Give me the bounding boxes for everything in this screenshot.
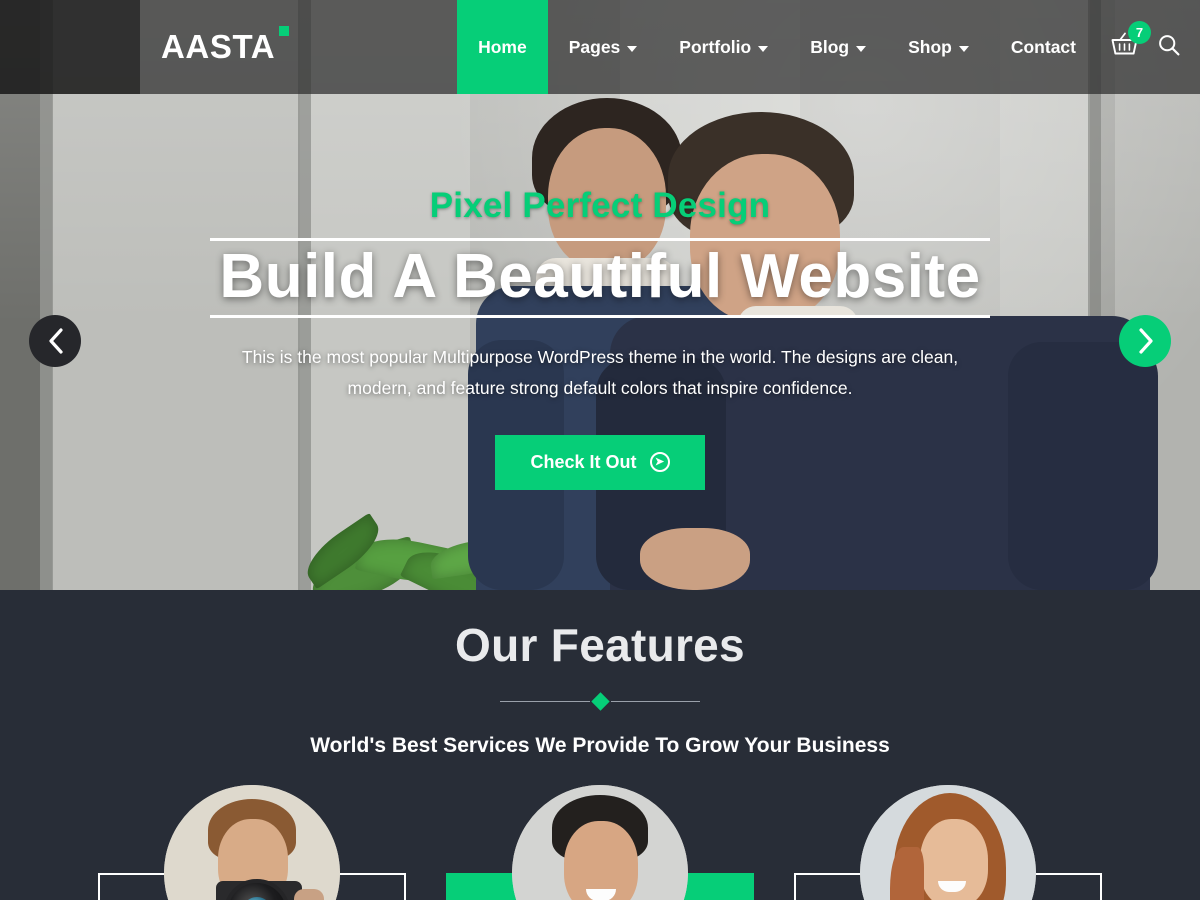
nav-label-home: Home: [478, 36, 527, 57]
chevron-down-icon: [856, 45, 867, 52]
avatar: [164, 785, 340, 900]
nav-label-pages: Pages: [568, 36, 621, 57]
slider-prev-button[interactable]: [29, 315, 81, 367]
logo-square-icon: [279, 26, 290, 36]
search-button[interactable]: [1158, 34, 1180, 61]
nav-label-blog: Blog: [810, 36, 850, 57]
logo-text: AASTA: [161, 28, 276, 65]
features-cards: [0, 785, 1200, 900]
nav-item-contact[interactable]: Contact: [990, 0, 1097, 94]
nav-item-pages[interactable]: Pages: [548, 0, 659, 94]
features-section: Our Features World's Best Services We Pr…: [0, 590, 1200, 900]
nav-item-portfolio[interactable]: Portfolio: [658, 0, 789, 94]
cart-button[interactable]: 7: [1111, 21, 1151, 62]
features-subtitle: World's Best Services We Provide To Grow…: [310, 734, 890, 757]
hero-subtitle: Pixel Perfect Design: [429, 186, 771, 225]
divider-line-right: [610, 700, 700, 702]
feature-card-photographer[interactable]: [98, 785, 406, 900]
check-it-out-label: Check It Out: [530, 451, 637, 472]
cart-badge: 7: [1128, 21, 1151, 44]
main-navigation: Home Pages Portfolio Blog Shop Contact: [457, 0, 1097, 94]
slider-next-button[interactable]: [1119, 315, 1171, 367]
chevron-down-icon: [958, 45, 969, 52]
header-left-edge: [0, 0, 140, 94]
chevron-down-icon: [627, 45, 638, 52]
divider-line-left: [500, 700, 590, 702]
header-tools: 7: [1097, 0, 1200, 94]
hero-title-frame: Build A Beautiful Website: [210, 238, 990, 319]
section-divider: [500, 691, 700, 711]
site-logo[interactable]: AASTA: [140, 0, 290, 94]
site-header: AASTA Home Pages Portfolio Blog Shop Con…: [0, 0, 1200, 94]
feature-card-businessman[interactable]: [446, 785, 754, 900]
divider-diamond-icon: [590, 691, 610, 711]
chevron-down-icon: [758, 45, 769, 52]
nav-label-contact: Contact: [1010, 36, 1076, 57]
nav-item-shop[interactable]: Shop: [887, 0, 990, 94]
hero-slider: Pixel Perfect Design Build A Beautiful W…: [0, 0, 1200, 590]
circle-arrow-right-icon: ➤: [649, 452, 670, 473]
hero-description: This is the most popular Multipurpose Wo…: [241, 347, 959, 398]
avatar: [512, 785, 688, 900]
chevron-right-icon: [1138, 328, 1153, 354]
nav-label-portfolio: Portfolio: [679, 36, 752, 57]
nav-item-home[interactable]: Home: [457, 0, 548, 94]
check-it-out-button[interactable]: Check It Out ➤: [495, 434, 705, 490]
nav-item-blog[interactable]: Blog: [789, 0, 887, 94]
hero-title: Build A Beautiful Website: [219, 242, 981, 311]
features-title: Our Features: [455, 619, 745, 671]
search-icon: [1159, 34, 1180, 55]
nav-label-shop: Shop: [908, 36, 952, 57]
avatar: [860, 785, 1036, 900]
feature-card-businesswoman[interactable]: [794, 785, 1102, 900]
chevron-left-icon: [48, 328, 63, 354]
